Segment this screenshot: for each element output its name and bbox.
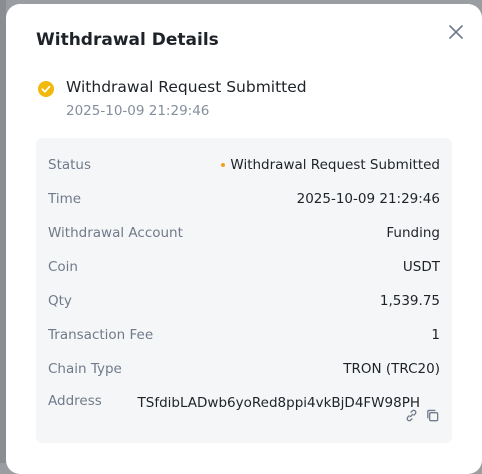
status-value: Withdrawal Request Submitted [230,157,440,173]
detail-row-coin: Coin USDT [48,257,440,277]
close-button[interactable] [446,22,466,42]
close-icon [449,25,463,39]
time-value: 2025-10-09 21:29:46 [296,191,440,207]
detail-row-address: Address TSfdibLADwb6yoRed8ppi4vkBjD4FW98… [48,393,440,433]
link-icon[interactable] [404,408,419,423]
account-value: Funding [386,225,440,241]
check-circle-icon [38,81,54,97]
copy-icon[interactable] [425,408,440,423]
coin-label: Coin [48,259,78,275]
status-dot [221,163,226,167]
qty-value: 1,539.75 [379,293,440,309]
detail-row-account: Withdrawal Account Funding [48,223,440,243]
time-label: Time [48,191,82,207]
detail-row-chain: Chain Type TRON (TRC20) [48,359,440,379]
modal-title: Withdrawal Details [36,30,219,50]
address-value[interactable]: TSfdibLADwb6yoRed8ppi4vkBjD4FW98PH [132,393,420,413]
status-label: Status [48,157,92,173]
fee-value: 1 [431,327,440,343]
fee-label: Transaction Fee [48,327,154,343]
detail-row-time: Time 2025-10-09 21:29:46 [48,189,440,209]
chain-value: TRON (TRC20) [343,361,440,377]
status-timestamp: 2025-10-09 21:29:46 [66,103,210,119]
address-actions [404,408,440,423]
withdrawal-details-modal: Withdrawal Details Withdrawal Request Su… [6,4,482,474]
detail-row-qty: Qty 1,539.75 [48,291,440,311]
detail-row-status: Status Withdrawal Request Submitted [48,155,440,175]
coin-value: USDT [402,259,440,275]
address-label: Address [48,393,102,409]
status-value-wrapper: Withdrawal Request Submitted [221,157,440,173]
status-title: Withdrawal Request Submitted [66,78,307,96]
chain-label: Chain Type [48,361,122,377]
detail-row-fee: Transaction Fee 1 [48,325,440,345]
details-card: Status Withdrawal Request Submitted Time… [36,138,452,443]
qty-label: Qty [48,293,72,309]
account-label: Withdrawal Account [48,225,183,241]
